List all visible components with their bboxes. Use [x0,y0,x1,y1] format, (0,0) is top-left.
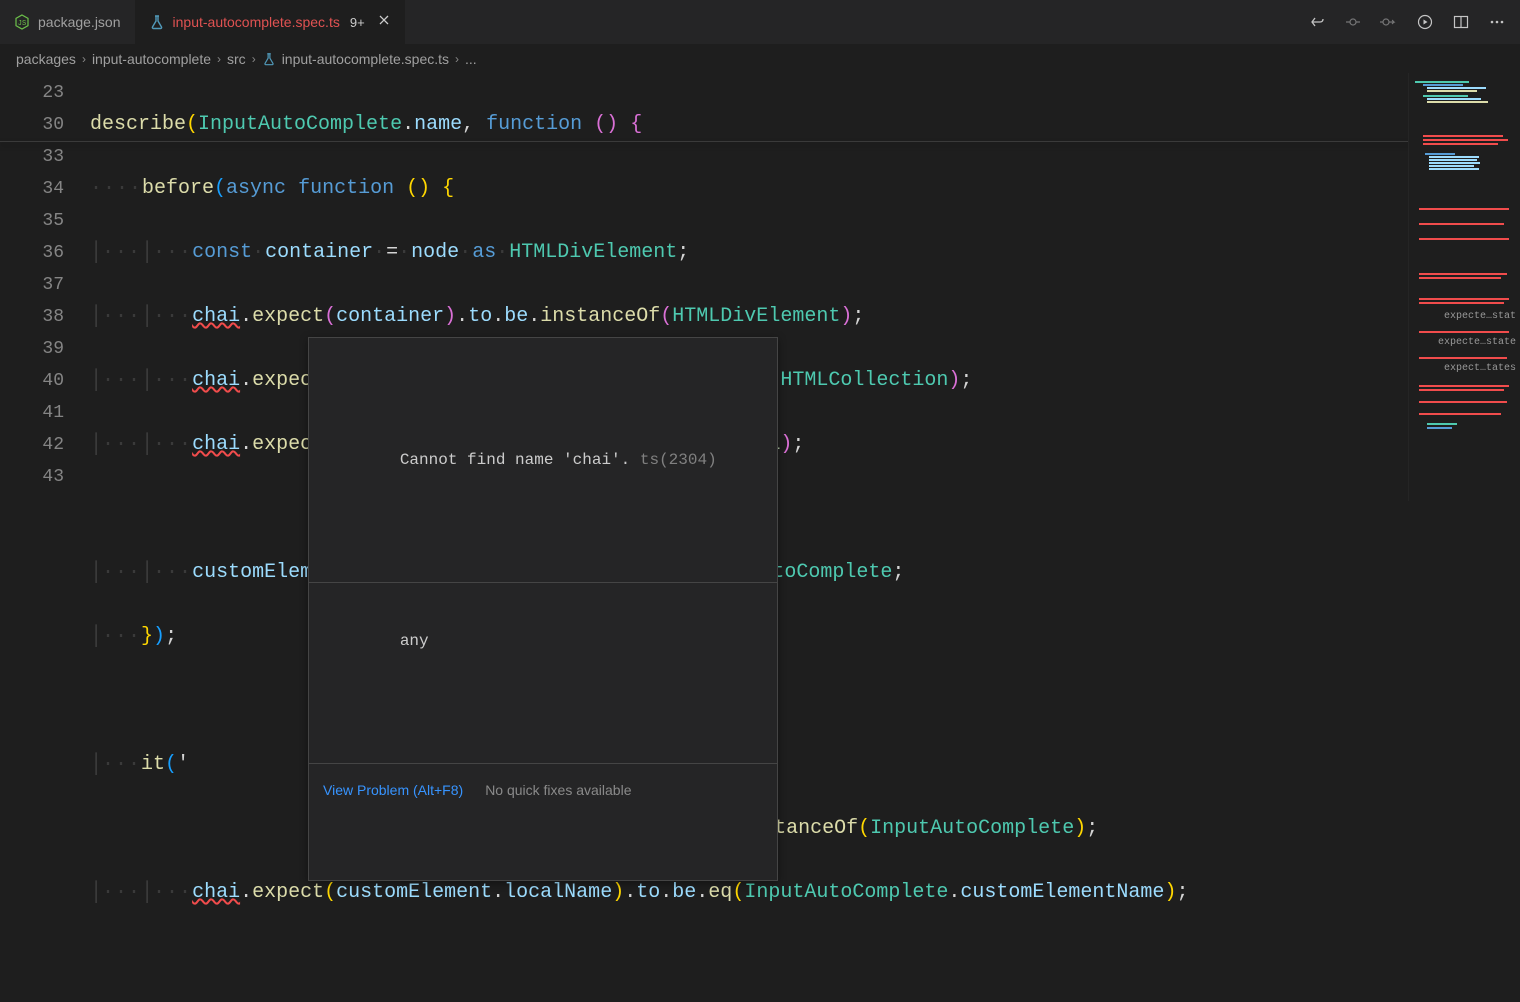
code-line[interactable]: │···│···const·container·=·node·as·HTMLDi… [90,237,1408,269]
split-editor-icon[interactable] [1452,13,1470,31]
code-line[interactable]: describe(InputAutoComplete.name, functio… [90,109,1408,141]
tab-spec-file[interactable]: input-autocomplete.spec.ts 9+ [135,0,405,45]
line-gutter: 23 30 33 34 35 36 37 38 39 40 41 42 43 [0,73,90,501]
line-number: 30 [0,109,64,141]
code-area[interactable]: describe(InputAutoComplete.name, functio… [90,73,1408,501]
minimap-annotation: expecte…stat [1444,315,1516,318]
line-number: 36 [0,237,64,269]
tab-label: input-autocomplete.spec.ts [173,14,340,30]
line-number: 35 [0,205,64,237]
line-number: 41 [0,397,64,429]
minimap[interactable]: expecte…stat expecte…state expect…tates [1408,73,1520,501]
line-number: 43 [0,461,64,493]
hover-type: any [309,582,777,699]
chevron-right-icon: › [82,52,86,66]
flask-icon [262,52,276,66]
go-back-icon[interactable] [1308,13,1326,31]
editor-title-actions [1308,13,1520,31]
breadcrumb[interactable]: packages › input-autocomplete › src › in… [0,45,1520,73]
code-line[interactable]: ····before(async function () { [90,173,1408,205]
flask-icon [149,14,165,30]
minimap-annotation: expect…tates [1444,367,1516,370]
hover-actions: View Problem (Alt+F8) No quick fixes ava… [309,763,777,816]
tab-bar: JS package.json input-autocomplete.spec.… [0,0,1520,45]
js-icon: JS [14,14,30,30]
tab-package-json[interactable]: JS package.json [0,0,135,45]
breadcrumb-part[interactable]: src [227,51,246,67]
line-number: 23 [0,77,64,109]
line-number: 42 [0,429,64,461]
line-number: 37 [0,269,64,301]
chevron-right-icon: › [455,52,459,66]
run-icon[interactable] [1416,13,1434,31]
error-hover-popup: Cannot find name 'chai'. ts(2304) any Vi… [308,337,778,881]
code-line[interactable]: │···│···chai.expect(container).to.be.ins… [90,301,1408,333]
chevron-right-icon: › [252,52,256,66]
chevron-right-icon: › [217,52,221,66]
view-problem-link[interactable]: View Problem (Alt+F8) [323,774,463,806]
no-quick-fix-label: No quick fixes available [485,774,631,806]
commit-next-icon[interactable] [1380,13,1398,31]
svg-text:JS: JS [18,20,26,28]
commit-prev-icon[interactable] [1344,13,1362,31]
breadcrumb-part[interactable]: input-autocomplete [92,51,211,67]
minimap-annotation: expecte…state [1438,341,1516,344]
line-number: 40 [0,365,64,397]
close-icon[interactable] [377,13,391,31]
tab-modified-badge: 9+ [350,15,365,30]
code-line[interactable]: │···│···chai.expect(customElement.localN… [90,877,1408,909]
breadcrumb-part[interactable]: ... [465,51,477,67]
line-number: 38 [0,301,64,333]
line-number: 33 [0,141,64,173]
breadcrumb-part[interactable]: packages [16,51,76,67]
more-icon[interactable] [1488,13,1506,31]
line-number: 39 [0,333,64,365]
tab-label: package.json [38,14,121,30]
editor: 23 30 33 34 35 36 37 38 39 40 41 42 43 d… [0,73,1520,501]
breadcrumb-part[interactable]: input-autocomplete.spec.ts [282,51,449,67]
line-number: 34 [0,173,64,205]
